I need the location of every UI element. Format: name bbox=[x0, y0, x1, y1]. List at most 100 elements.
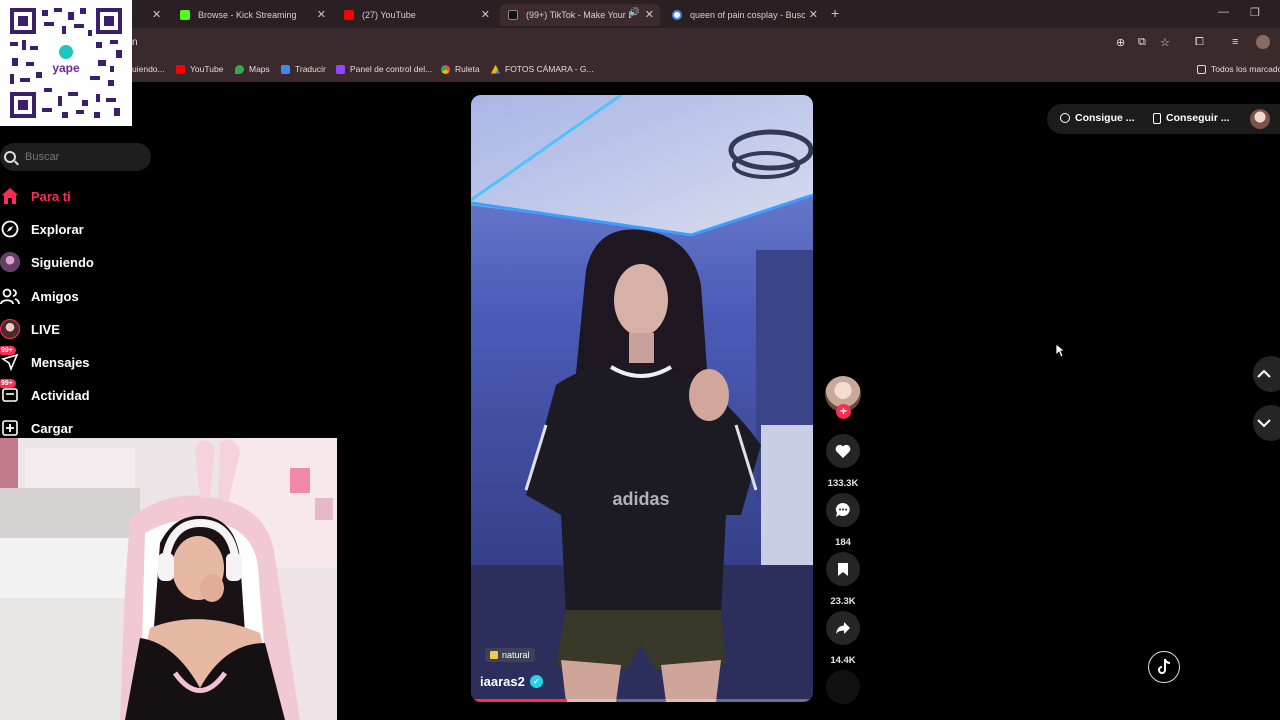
all-bookmarks[interactable]: Todos los marcado bbox=[1197, 64, 1280, 74]
search-icon bbox=[4, 151, 16, 163]
webcam-image bbox=[0, 438, 337, 720]
video-frame: adidas bbox=[471, 95, 813, 702]
sidebar-item-live[interactable]: LIVE bbox=[0, 316, 160, 342]
video-tag[interactable]: natural bbox=[485, 648, 535, 662]
search-bar[interactable] bbox=[0, 143, 151, 171]
chevron-up-icon bbox=[1257, 369, 1271, 378]
new-tab-icon[interactable]: + bbox=[831, 5, 839, 21]
svg-text:yape: yape bbox=[52, 61, 80, 75]
follow-plus-icon[interactable]: + bbox=[836, 404, 851, 419]
tiktok-logo-button[interactable] bbox=[1148, 651, 1180, 683]
close-tab-icon[interactable]: ✕ bbox=[809, 8, 818, 21]
coin-icon bbox=[1060, 113, 1070, 123]
install-app-icon[interactable]: ⧉ bbox=[1138, 36, 1146, 49]
bookmark-translate[interactable]: Traducir bbox=[281, 64, 326, 74]
google-icon bbox=[672, 10, 682, 20]
save-count: 23.3K bbox=[830, 596, 856, 607]
music-disc-icon[interactable] bbox=[826, 670, 860, 704]
close-tab-icon[interactable]: ✕ bbox=[481, 8, 490, 21]
friends-icon bbox=[0, 286, 20, 306]
more-action[interactable] bbox=[825, 670, 861, 704]
drive-icon bbox=[491, 64, 500, 74]
bookmark-ruleta[interactable]: Ruleta bbox=[441, 64, 480, 74]
bookmark-maps[interactable]: Maps bbox=[235, 64, 270, 74]
profile-avatar[interactable] bbox=[1256, 35, 1270, 49]
speaker-icon[interactable]: 🔊 bbox=[629, 7, 640, 18]
minimize-icon[interactable]: — bbox=[1218, 6, 1229, 18]
twitch-icon bbox=[336, 64, 345, 74]
progress-fill bbox=[471, 699, 567, 702]
top-right-actions: Consigue ... Conseguir ... bbox=[1047, 104, 1280, 134]
comment-action[interactable]: 184 bbox=[825, 493, 861, 548]
svg-text:adidas: adidas bbox=[612, 489, 669, 509]
close-tab-icon[interactable]: ✕ bbox=[152, 8, 161, 21]
like-action[interactable]: 133.3K bbox=[825, 434, 861, 489]
verified-icon: ✓ bbox=[529, 675, 543, 688]
comment-count: 184 bbox=[835, 537, 851, 548]
tab-google[interactable]: queen of pain cosplay - Buscar ✕ bbox=[664, 4, 824, 26]
close-tab-icon[interactable]: ✕ bbox=[645, 8, 654, 21]
search-input[interactable] bbox=[25, 151, 135, 163]
messages-badge: 99+ bbox=[0, 346, 16, 355]
chevron-down-icon bbox=[1257, 419, 1271, 428]
bookmark-item[interactable]: uiendo... bbox=[132, 64, 165, 74]
translate-icon bbox=[281, 64, 290, 74]
bookmark-star-icon[interactable]: ☆ bbox=[1160, 36, 1170, 49]
kick-icon bbox=[180, 10, 190, 20]
sidebar-item-explorar[interactable]: Explorar bbox=[0, 216, 160, 242]
share-action[interactable]: 14.4K bbox=[825, 611, 861, 666]
tab-youtube[interactable]: (27) YouTube ✕ bbox=[336, 4, 496, 26]
sidebar-item-mensajes[interactable]: 99+ Mensajes bbox=[0, 346, 160, 375]
author-name[interactable]: iaaras2 ✓ bbox=[480, 674, 543, 689]
compass-icon bbox=[0, 219, 20, 239]
tag-icon bbox=[490, 651, 498, 659]
home-icon bbox=[0, 186, 20, 206]
live-avatar-icon bbox=[0, 319, 20, 339]
share-count: 14.4K bbox=[830, 655, 856, 666]
mouse-cursor bbox=[1055, 343, 1066, 363]
sidebar-item-para-ti[interactable]: Para ti bbox=[0, 183, 160, 209]
tab-partial[interactable]: ✕ bbox=[132, 4, 161, 26]
browser-tab-bar: ✕ Browse - Kick Streaming ✕ (27) YouTube… bbox=[0, 0, 1280, 28]
zoom-icon[interactable]: ⊕ bbox=[1116, 36, 1125, 49]
close-tab-icon[interactable]: ✕ bbox=[317, 8, 326, 21]
youtube-icon bbox=[344, 10, 354, 20]
sidebar-item-siguiendo[interactable]: Siguiendo bbox=[0, 249, 160, 275]
next-video-button[interactable] bbox=[1253, 405, 1280, 441]
bookmark-panel[interactable]: Panel de control del... bbox=[336, 64, 432, 74]
video-player[interactable]: adidas natural iaaras2 ✓ bbox=[471, 95, 813, 702]
user-avatar[interactable] bbox=[1250, 109, 1270, 129]
maps-icon bbox=[235, 64, 244, 74]
bookmark-youtube[interactable]: YouTube bbox=[176, 64, 223, 74]
qr-code-image: yape bbox=[0, 0, 132, 126]
sidebar-item-amigos[interactable]: Amigos bbox=[0, 283, 160, 309]
webcam-overlay bbox=[0, 438, 337, 720]
media-control-icon[interactable]: ≡ bbox=[1232, 36, 1238, 48]
url-fragment[interactable]: n bbox=[132, 37, 138, 48]
video-progress-bar[interactable] bbox=[471, 699, 813, 702]
heart-icon[interactable] bbox=[826, 434, 860, 468]
bookmark-icon[interactable] bbox=[826, 552, 860, 586]
tab-tiktok[interactable]: (99+) TikTok - Make Your Da 🔊 ✕ bbox=[500, 4, 660, 26]
activity-badge: 99+ bbox=[0, 379, 16, 388]
tiktok-icon bbox=[508, 10, 518, 20]
get-coins-button[interactable]: Consigue ... bbox=[1060, 112, 1135, 124]
wheel-icon bbox=[441, 64, 450, 74]
comment-icon[interactable] bbox=[826, 493, 860, 527]
sidebar-item-actividad[interactable]: 99+ Actividad bbox=[0, 379, 160, 408]
yape-qr-code: yape bbox=[0, 0, 132, 126]
following-avatar-icon bbox=[0, 252, 20, 272]
share-icon[interactable] bbox=[826, 611, 860, 645]
folder-icon bbox=[1197, 64, 1206, 74]
youtube-icon bbox=[176, 64, 185, 74]
get-app-button[interactable]: Conseguir ... bbox=[1153, 112, 1230, 124]
bookmark-fotos[interactable]: FOTOS CÁMARA - G... bbox=[491, 64, 594, 74]
tab-kick[interactable]: Browse - Kick Streaming ✕ bbox=[172, 4, 332, 26]
address-bar: n ⊕ ⧉ ☆ ⧠ ≡ bbox=[0, 28, 1280, 58]
save-action[interactable]: 23.3K bbox=[825, 552, 861, 607]
previous-video-button[interactable] bbox=[1253, 356, 1280, 392]
restore-icon[interactable]: ❐ bbox=[1250, 6, 1260, 19]
like-count: 133.3K bbox=[827, 478, 859, 489]
extensions-icon[interactable]: ⧠ bbox=[1195, 36, 1204, 49]
messages-icon: 99+ bbox=[0, 346, 20, 372]
